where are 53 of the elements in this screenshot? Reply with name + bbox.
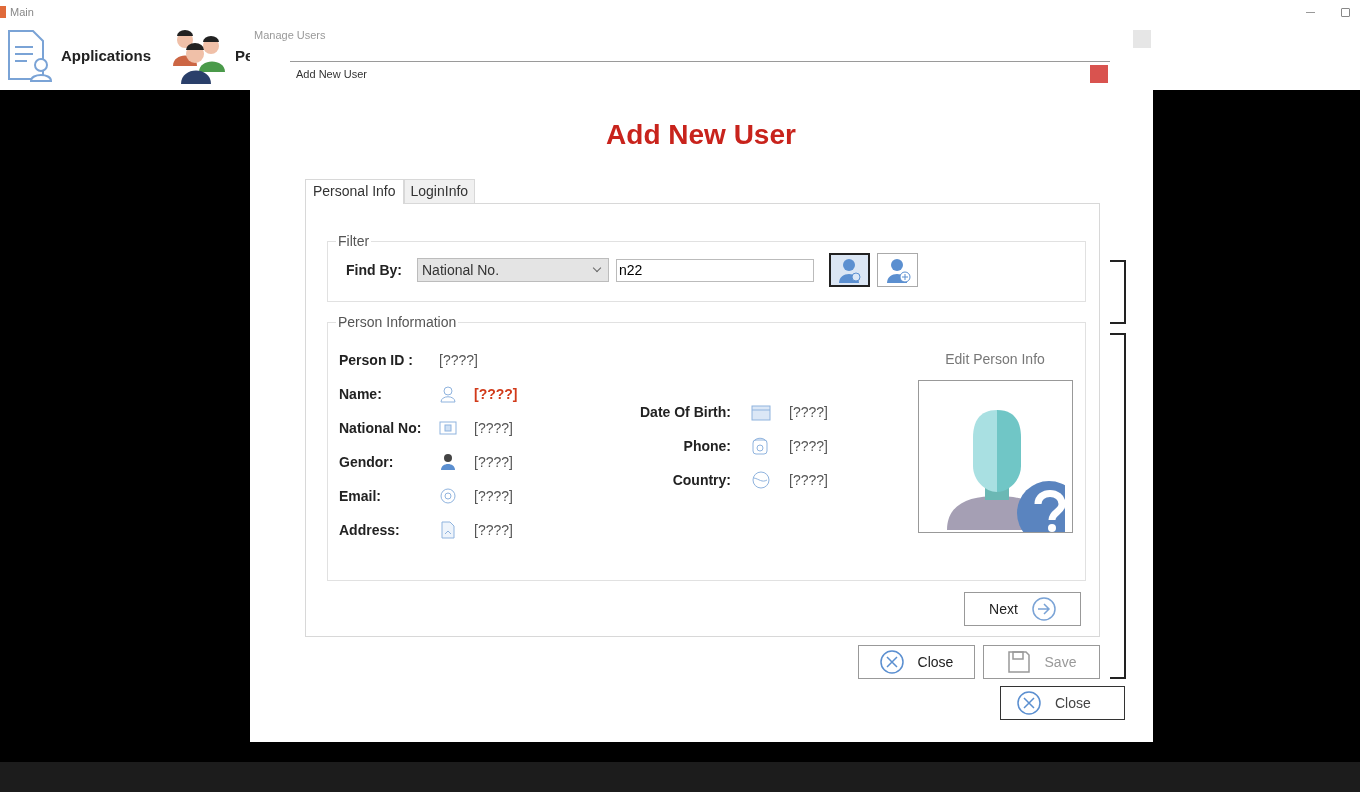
minimize-button[interactable]	[1306, 11, 1315, 13]
tab[interactable]: Personal Info	[305, 179, 404, 204]
globe-icon	[751, 470, 771, 490]
find-person-button[interactable]	[829, 253, 870, 287]
window-title: Main	[10, 6, 34, 18]
field-value: [????]	[474, 386, 518, 402]
field-value: [????]	[474, 488, 513, 504]
field-value: [????]	[789, 404, 828, 420]
field-value: [????]	[474, 522, 513, 538]
field-label: Person ID :	[339, 352, 414, 368]
id-card-icon	[439, 419, 457, 437]
edit-person-link[interactable]: Edit Person Info	[945, 351, 1045, 373]
field-label: Gendor:	[339, 454, 395, 470]
group-title: Person Information	[337, 314, 458, 330]
add-person-button[interactable]	[877, 253, 918, 287]
group-title: Filter	[337, 233, 371, 249]
close-icon	[879, 650, 904, 674]
close-icon	[1017, 691, 1041, 715]
field-label: Email:	[339, 488, 382, 504]
window-title: Add New User	[296, 68, 367, 80]
telephone-icon	[751, 436, 769, 456]
field-label: Address:	[339, 522, 401, 538]
person-add-icon	[884, 257, 911, 283]
person-search-icon	[836, 257, 863, 283]
form-heading: Add New User	[605, 119, 797, 152]
document-person-icon	[5, 27, 53, 83]
document-icon	[439, 521, 457, 539]
field-label: Name:	[339, 386, 383, 402]
calendar-icon	[751, 403, 771, 421]
field-label: Find By:	[346, 262, 403, 278]
arrow-right-icon	[1031, 597, 1056, 621]
close-button[interactable]: Close	[858, 645, 975, 679]
person-icon	[439, 453, 457, 471]
field-value: [????]	[789, 472, 828, 488]
person-icon	[439, 385, 457, 403]
field-value: [????]	[789, 438, 828, 454]
field-label: National No:	[339, 420, 423, 436]
next-button[interactable]: Next	[964, 592, 1081, 626]
app-icon	[0, 6, 6, 18]
at-sign-icon	[439, 487, 457, 505]
field-label: Country:	[671, 472, 731, 488]
field-value: [????]	[474, 454, 513, 470]
field-value: [????]	[474, 420, 513, 436]
field-label: Phone:	[682, 438, 731, 454]
tab[interactable]: LoginInfo	[403, 179, 476, 203]
close-button[interactable]: Close	[1000, 686, 1125, 720]
restore-button[interactable]	[1341, 7, 1350, 17]
window-title: Manage Users	[254, 29, 326, 41]
search-field[interactable]: n22	[616, 258, 814, 282]
toolbar-button[interactable]: Applications	[5, 27, 151, 83]
find-by-dropdown[interactable]: National No.	[417, 258, 609, 282]
field-label: Date Of Birth:	[639, 404, 731, 420]
field-value: [????]	[439, 352, 478, 368]
